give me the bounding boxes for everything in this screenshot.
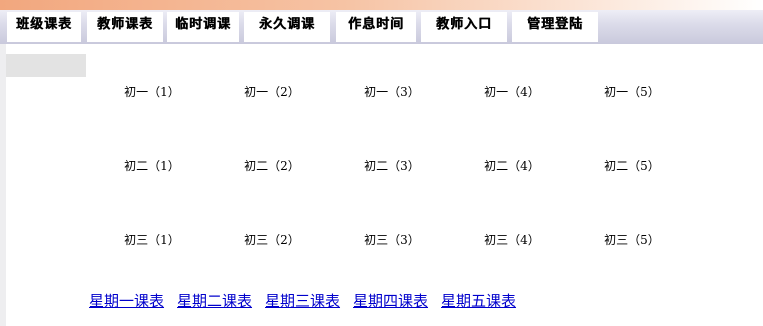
page: 班级课表 教师课表 临时调课 永久调课 作息时间 教师入口 管理登陆 初一（1）… [0,0,763,326]
nav-teacher-schedule[interactable]: 教师课表 [87,12,163,42]
class-link[interactable]: 初三（1） [117,231,187,248]
class-link[interactable]: 初一（4） [477,83,547,100]
class-link[interactable]: 初一（5） [597,83,667,100]
nav-teacher-entry[interactable]: 教师入口 [421,12,507,42]
nav-permanent-adjust[interactable]: 永久调课 [244,12,330,42]
class-link[interactable]: 初二（1） [117,157,187,174]
class-link[interactable]: 初三（3） [357,231,427,248]
weekday-schedule-link-wednesday[interactable]: 星期三课表 [265,290,340,311]
class-link[interactable]: 初一（2） [237,83,307,100]
nav-rest-time[interactable]: 作息时间 [336,12,416,42]
nav-admin-login[interactable]: 管理登陆 [512,12,598,42]
class-link[interactable]: 初三（5） [597,231,667,248]
class-link[interactable]: 初二（4） [477,157,547,174]
left-border-strip [0,44,6,326]
nav-temporary-adjust[interactable]: 临时调课 [167,12,239,42]
class-link[interactable]: 初一（3） [357,83,427,100]
weekday-schedule-link-friday[interactable]: 星期五课表 [441,290,516,311]
nav-class-schedule[interactable]: 班级课表 [7,12,81,42]
class-link[interactable]: 初三（4） [477,231,547,248]
header-banner [0,0,763,10]
class-link[interactable]: 初二（2） [237,157,307,174]
class-link[interactable]: 初三（2） [237,231,307,248]
weekday-schedule-link-monday[interactable]: 星期一课表 [89,290,164,311]
class-link[interactable]: 初二（3） [357,157,427,174]
class-link[interactable]: 初一（1） [117,83,187,100]
gray-placeholder-block [6,54,86,77]
weekday-schedule-link-thursday[interactable]: 星期四课表 [353,290,428,311]
weekday-schedule-link-tuesday[interactable]: 星期二课表 [177,290,252,311]
class-link[interactable]: 初二（5） [597,157,667,174]
